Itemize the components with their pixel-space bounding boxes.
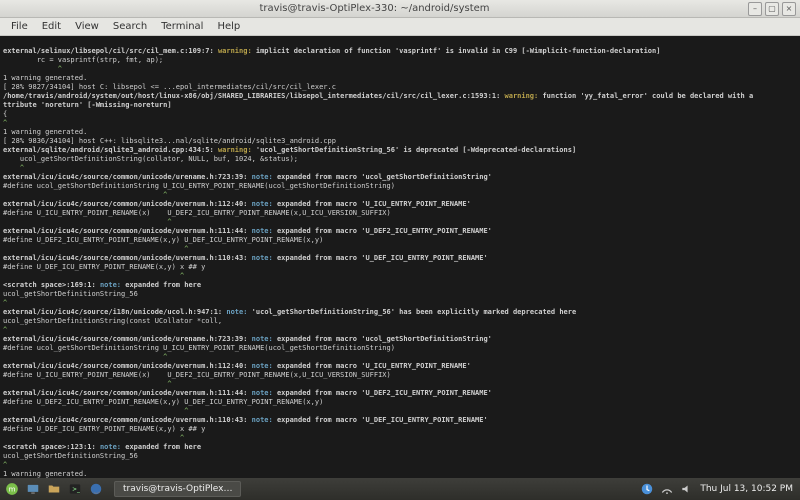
files-launcher[interactable]: [45, 480, 63, 498]
folder-icon: [47, 482, 61, 496]
menu-view[interactable]: View: [68, 19, 106, 34]
start-menu-button[interactable]: m: [3, 480, 21, 498]
terminal-output[interactable]: external/selinux/libsepol/cil/src/cil_me…: [0, 36, 800, 478]
terminal-icon: >_: [68, 482, 82, 496]
show-desktop-button[interactable]: [24, 480, 42, 498]
window-close-button[interactable]: ×: [782, 2, 796, 16]
system-tray: Thu Jul 13, 10:52 PM: [640, 482, 797, 496]
window-minimize-button[interactable]: –: [748, 2, 762, 16]
taskbar-window-button[interactable]: travis@travis-OptiPlex…: [114, 481, 241, 497]
clock[interactable]: Thu Jul 13, 10:52 PM: [700, 484, 793, 494]
menu-file[interactable]: File: [4, 19, 35, 34]
svg-text:m: m: [9, 485, 16, 493]
taskbar: m >_ travis@travis-OptiPlex… Thu Jul 13,…: [0, 478, 800, 500]
terminal-launcher[interactable]: >_: [66, 480, 84, 498]
menu-search[interactable]: Search: [106, 19, 154, 34]
volume-icon[interactable]: [680, 482, 694, 496]
desktop-icon: [26, 482, 40, 496]
window-title: travis@travis-OptiPlex-330: ~/android/sy…: [4, 3, 745, 14]
browser-launcher[interactable]: [87, 480, 105, 498]
mint-menu-icon: m: [5, 482, 19, 496]
menubar: File Edit View Search Terminal Help: [0, 18, 800, 36]
svg-text:>_: >_: [72, 487, 80, 493]
firefox-icon: [89, 482, 103, 496]
update-manager-icon[interactable]: [640, 482, 654, 496]
menu-edit[interactable]: Edit: [35, 19, 68, 34]
window-titlebar: travis@travis-OptiPlex-330: ~/android/sy…: [0, 0, 800, 18]
menu-help[interactable]: Help: [210, 19, 247, 34]
window-maximize-button[interactable]: ▢: [765, 2, 779, 16]
menu-terminal[interactable]: Terminal: [154, 19, 210, 34]
network-icon[interactable]: [660, 482, 674, 496]
